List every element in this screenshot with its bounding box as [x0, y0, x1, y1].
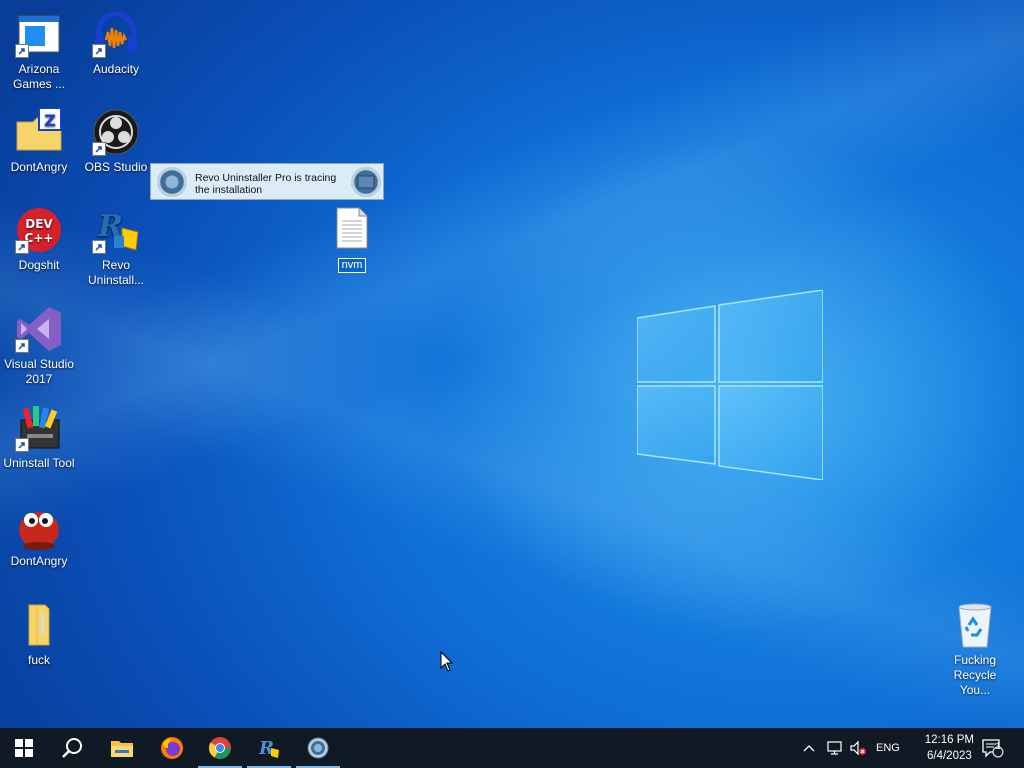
desktop-icon-recycle-bin[interactable]: Fucking Recycle You... — [937, 601, 1013, 698]
revo-tracing-tooltip[interactable]: Revo Uninstaller Pro is tracing the inst… — [150, 163, 384, 200]
desktop-icon-label: DontAngry — [10, 160, 68, 174]
folder-icon — [15, 601, 63, 649]
notification-count-badge: 1 — [995, 741, 1001, 751]
desktop-icon-label: Uninstall Tool — [3, 456, 75, 470]
language-label: ENG — [876, 742, 900, 754]
desktop-icon-label: Dogshit — [18, 258, 60, 272]
taskbar-revo-uninstaller[interactable]: R — [245, 728, 293, 768]
chevron-up-icon — [803, 745, 815, 752]
shortcut-arrow-icon — [15, 240, 29, 254]
start-icon — [15, 739, 33, 757]
tooltip-line: Revo Uninstaller Pro is tracing — [195, 172, 337, 184]
revo-uninstaller-icon: R — [258, 738, 279, 759]
windows-logo-wallpaper — [637, 290, 823, 480]
obs-icon — [92, 108, 140, 156]
red-bird-icon — [15, 502, 63, 550]
shortcut-arrow-icon — [15, 438, 29, 452]
desktop-icon-label: DontAngry — [10, 554, 68, 568]
desktop-icon-visual-studio[interactable]: Visual Studio 2017 — [1, 305, 77, 387]
audacity-headphones-icon — [92, 10, 140, 58]
visual-studio-icon — [15, 305, 63, 353]
start-button[interactable] — [0, 728, 48, 768]
svg-text:Z: Z — [44, 111, 56, 130]
desktop-icon-label: fuck — [27, 653, 50, 667]
search-icon — [62, 738, 82, 758]
text-file-icon — [336, 207, 368, 249]
desktop-icon-uninstall-tool[interactable]: Uninstall Tool — [1, 404, 77, 471]
mouse-cursor-icon — [440, 651, 454, 672]
tooltip-text: Revo Uninstaller Pro is tracing the inst… — [195, 172, 345, 196]
action-center-button[interactable]: 1 — [982, 728, 1004, 768]
desktop-icon-revo-uninstaller[interactable]: R Revo Uninstall... — [78, 206, 154, 288]
window-app-icon — [15, 10, 63, 58]
desktop-icon-label: Audacity — [92, 62, 140, 76]
tooltip-line: the installation — [195, 184, 263, 196]
desktop-icon-label: Revo Uninstall... — [87, 258, 145, 287]
shortcut-arrow-icon — [92, 44, 106, 58]
revo-uninstaller-icon: R — [92, 206, 140, 254]
svg-text:DEV: DEV — [25, 217, 53, 231]
taskbar-revo-tracer[interactable] — [294, 728, 342, 768]
desktop-icon-dontangry-folder[interactable]: Z DontAngry — [1, 107, 77, 175]
revo-tracer-icon — [307, 737, 329, 759]
firefox-icon — [161, 737, 183, 759]
network-tray-button[interactable] — [826, 728, 844, 768]
devcpp-icon: DEV C++ — [15, 206, 63, 254]
taskbar: R ENG 12:16 PM 6/4/2023 1 — [0, 728, 1024, 768]
chrome-icon — [209, 737, 231, 759]
taskbar-file-explorer[interactable] — [98, 728, 146, 768]
uninstall-tool-icon — [15, 404, 63, 452]
volume-muted-icon — [850, 740, 866, 756]
clock-time: 12:16 PM — [924, 734, 974, 746]
desktop-icon-label: Arizona Games ... — [12, 62, 65, 91]
language-indicator[interactable]: ENG — [876, 728, 900, 768]
recycle-bin-icon — [951, 601, 999, 649]
volume-tray-button[interactable] — [849, 728, 867, 768]
clock-date: 6/4/2023 — [927, 750, 972, 762]
shortcut-arrow-icon — [15, 339, 29, 353]
desktop-icon-arizona-games[interactable]: Arizona Games ... — [1, 10, 77, 92]
desktop-icon-dogshit[interactable]: DEV C++ Dogshit — [1, 206, 77, 273]
show-hidden-icons-button[interactable] — [802, 728, 816, 768]
system-clock[interactable]: 12:16 PM 6/4/2023 — [925, 732, 974, 764]
desktop-icon-fuck-folder[interactable]: fuck — [1, 601, 77, 668]
desktop-icon-label: Fucking Recycle You... — [953, 653, 997, 697]
zip-folder-icon: Z — [15, 107, 63, 156]
shortcut-arrow-icon — [15, 44, 29, 58]
shortcut-arrow-icon — [92, 240, 106, 254]
desktop-icon-audacity[interactable]: Audacity — [78, 10, 154, 77]
search-button[interactable] — [48, 728, 96, 768]
desktop-icon-label: Visual Studio 2017 — [4, 357, 74, 386]
file-rename-label[interactable]: nvm — [337, 258, 367, 273]
desktop-icon-obs-studio[interactable]: OBS Studio — [78, 108, 154, 175]
revo-tracer-icon — [157, 167, 187, 197]
shortcut-arrow-icon — [92, 142, 106, 156]
file-explorer-icon — [111, 741, 133, 757]
desktop-icon-dontangry-app[interactable]: DontAngry — [1, 502, 77, 569]
desktop-icon-label: OBS Studio — [84, 160, 148, 174]
desktop-file-nvm[interactable]: nvm — [333, 207, 371, 273]
taskbar-firefox[interactable] — [148, 728, 196, 768]
revo-minimize-icon[interactable] — [351, 167, 381, 197]
taskbar-chrome[interactable] — [196, 728, 244, 768]
network-icon — [827, 741, 842, 755]
